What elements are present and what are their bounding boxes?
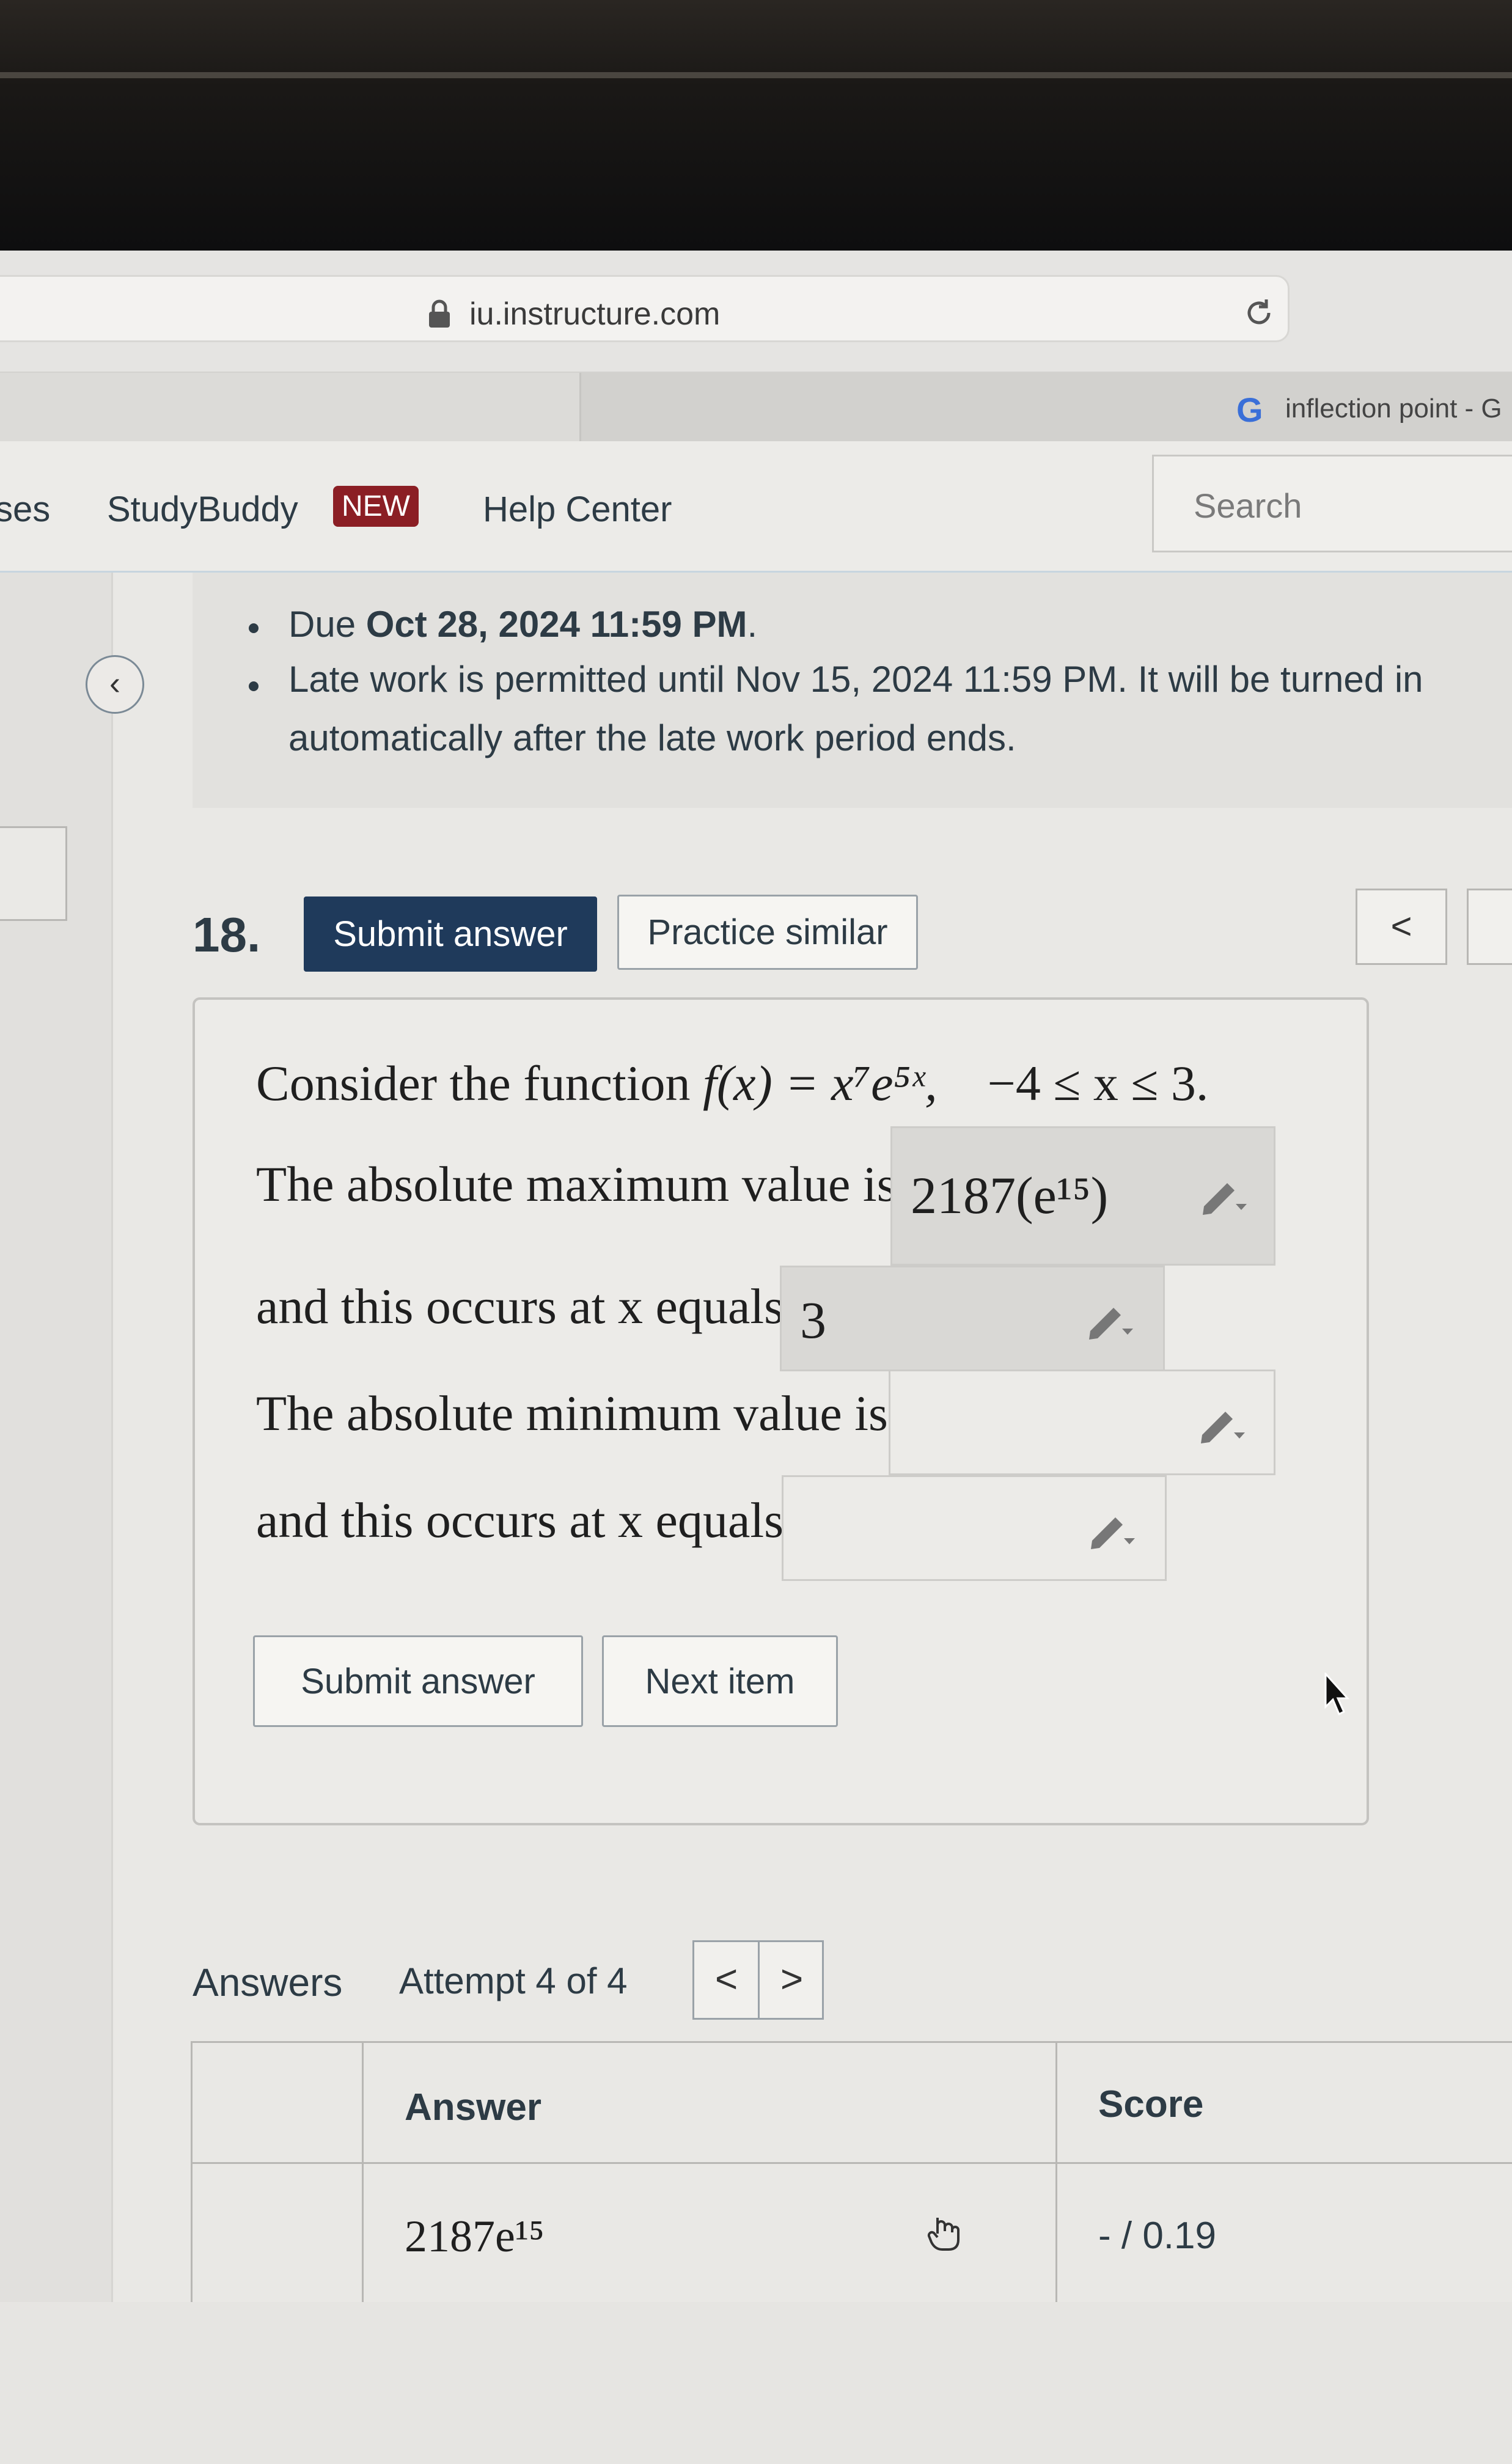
tab-strip: G inflection point - G — [0, 373, 1512, 441]
table-row-divider — [191, 2162, 1512, 2164]
browser-toolbar: iu.instructure.com — [0, 251, 1512, 373]
bottom-area — [0, 2302, 1512, 2464]
late-work-line-1: Late work is permitted until Nov 15, 202… — [288, 659, 1423, 700]
next-attempt-button[interactable]: > — [760, 1942, 824, 2018]
pencil-icon[interactable] — [1086, 1505, 1141, 1554]
top-navbar: ses StudyBuddy NEW Help Center Search — [0, 441, 1512, 573]
attempt-navigation: < > — [692, 1940, 824, 2020]
google-icon: G — [1236, 391, 1263, 429]
main-content: ‹ Due Oct 28, 2024 11:59 PM. Late work i… — [0, 573, 1512, 2306]
browser-tab[interactable]: G inflection point - G — [579, 373, 1512, 441]
screen-bezel — [0, 0, 1512, 251]
table-header-answer: Answer — [405, 2086, 541, 2128]
max-value-field[interactable]: 2187(e¹⁵) — [890, 1126, 1275, 1266]
lock-icon — [429, 299, 450, 328]
table-border — [362, 2043, 364, 2306]
hand-pointer-icon[interactable] — [924, 2213, 963, 2252]
question-card: Consider the function f(x) = x⁷e⁵ˣ, −4 ≤… — [193, 997, 1369, 1825]
search-input[interactable]: Search — [1152, 455, 1512, 552]
collapse-sidebar-button[interactable]: ‹ — [86, 655, 144, 714]
table-border — [1055, 2043, 1057, 2306]
search-placeholder: Search — [1194, 486, 1302, 525]
table-header-score: Score — [1098, 2083, 1204, 2125]
answers-table: Answer Score 2187e¹⁵ - / 0.19 — [191, 2041, 1512, 2306]
min-at-field[interactable] — [782, 1475, 1167, 1581]
mouse-cursor-icon — [1324, 1673, 1350, 1716]
min-value-field[interactable] — [889, 1370, 1275, 1475]
max-value-answer: 2187(e¹⁵) — [911, 1166, 1109, 1225]
nav-item-help-center[interactable]: Help Center — [483, 489, 672, 530]
domain-expression: −4 ≤ x ≤ 3. — [987, 1055, 1209, 1111]
bottom-submit-answer-button[interactable]: Submit answer — [253, 1635, 583, 1727]
max-at-label: and this occurs at x equals — [256, 1278, 784, 1334]
bullet-dot — [249, 623, 259, 633]
min-value-label: The absolute minimum value is — [256, 1385, 888, 1441]
due-date-line: Due Oct 28, 2024 11:59 PM. — [288, 604, 758, 645]
max-at-field[interactable]: 3 — [780, 1266, 1165, 1371]
function-expression: f(x) = x⁷e⁵ˣ, — [703, 1055, 938, 1111]
previous-question-button[interactable]: < — [1356, 889, 1447, 965]
bullet-dot — [249, 681, 259, 691]
late-work-line-2: automatically after the late work period… — [288, 717, 1016, 758]
practice-similar-button[interactable]: Practice similar — [617, 895, 918, 970]
table-border — [191, 2043, 193, 2306]
question-number: 18. — [193, 908, 261, 962]
function-prompt: Consider the function f(x) = x⁷e⁵ˣ, −4 ≤… — [256, 1055, 1209, 1111]
nav-item-courses[interactable]: ses — [0, 489, 50, 530]
score-cell: - / 0.19 — [1098, 2215, 1216, 2257]
answers-heading: Answers — [193, 1960, 343, 2004]
pencil-icon[interactable] — [1084, 1296, 1139, 1344]
assignment-info: Due Oct 28, 2024 11:59 PM. Late work is … — [193, 573, 1512, 808]
answer-cell: 2187e¹⁵ — [405, 2212, 545, 2262]
bezel-edge — [0, 72, 1512, 78]
max-at-answer: 3 — [800, 1291, 826, 1349]
reload-icon[interactable] — [1241, 295, 1277, 331]
next-item-button[interactable]: Next item — [602, 1635, 838, 1727]
url-text[interactable]: iu.instructure.com — [469, 296, 720, 332]
rail-panel — [0, 826, 67, 921]
previous-attempt-button[interactable]: < — [694, 1942, 758, 2018]
next-question-button[interactable] — [1467, 889, 1512, 965]
nav-item-studybuddy[interactable]: StudyBuddy — [107, 489, 298, 530]
submit-answer-button[interactable]: Submit answer — [304, 897, 597, 972]
max-value-label: The absolute maximum value is — [256, 1156, 897, 1212]
new-badge: NEW — [333, 486, 419, 527]
tab-title: inflection point - G — [1285, 394, 1502, 424]
min-at-label: and this occurs at x equals — [256, 1492, 784, 1548]
pencil-icon[interactable] — [1198, 1171, 1253, 1220]
attempt-counter: Attempt 4 of 4 — [399, 1960, 628, 2001]
pencil-icon[interactable] — [1196, 1399, 1251, 1448]
